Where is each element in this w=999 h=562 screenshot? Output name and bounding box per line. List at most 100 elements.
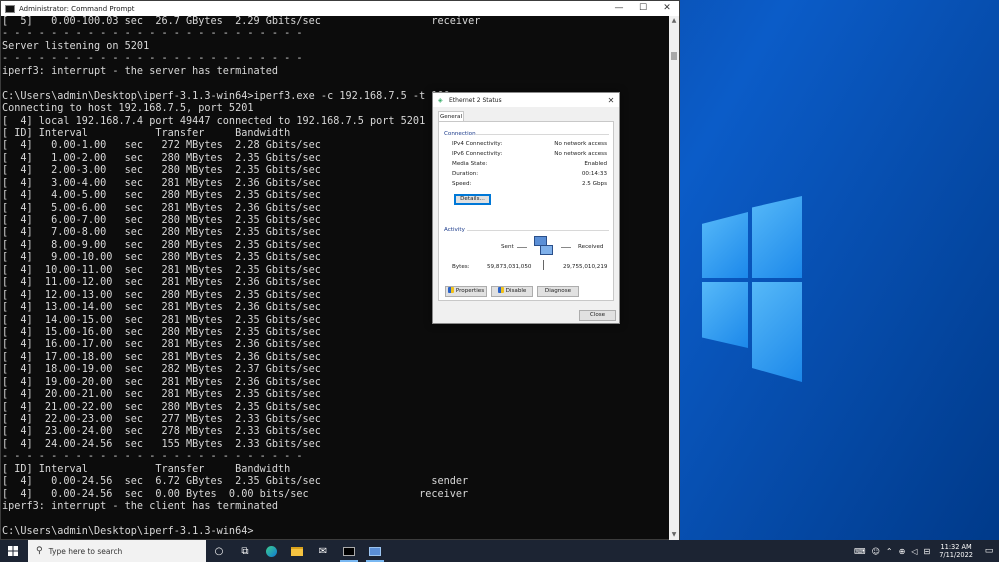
show-hidden-icons-chevron-icon[interactable]: ⌃ [883,547,896,556]
taskbar-clock[interactable]: 11:32 AM 7/11/2022 [933,543,979,559]
task-view-icon[interactable]: ⧉ [232,540,258,562]
console-line: - - - - - - - - - - - - - - - - - - - - … [2,451,303,463]
ipv4-label: IPv4 Connectivity: [452,141,503,147]
console-line: iperf3: interrupt - the client has termi… [2,501,279,513]
command-prompt-taskbar-icon[interactable] [336,540,362,562]
ipv6-label: IPv6 Connectivity: [452,151,503,157]
console-scrollbar[interactable]: ▲ ▼ [669,16,679,540]
ipv4-row: IPv4 Connectivity: No network access [452,141,607,150]
scroll-down-arrow-icon[interactable]: ▼ [669,530,679,540]
diagnose-button[interactable]: Diagnose [537,286,579,297]
clock-time: 11:32 AM [940,543,972,551]
speed-label: Speed: [452,181,472,187]
minimize-button[interactable]: — [607,1,631,16]
received-label: Received [578,244,604,250]
edge-browser-icon[interactable] [258,540,284,562]
console-line: [ 4] 19.00-20.00 sec 281 MBytes 2.36 Gbi… [2,376,321,388]
ipv6-value: No network access [554,151,607,157]
start-windows-icon[interactable] [0,540,26,562]
speed-row: Speed: 2.5 Gbps [452,181,607,190]
network-tray-icon[interactable]: ⊕ [896,547,909,556]
console-line: [ 4] 23.00-24.00 sec 278 MBytes 2.33 Gbi… [2,426,321,438]
disable-button[interactable]: Disable [491,286,533,297]
media-state-label: Media State: [452,161,488,167]
shield-icon [497,287,504,293]
bytes-received: 29,755,010,219 [563,264,608,270]
search-placeholder: Type here to search [48,546,123,556]
cmd-app-icon [5,4,15,13]
people-icon[interactable]: ☺ [869,547,883,556]
divider [467,230,609,231]
network-computers-icon [534,236,554,258]
bytes-sent: 59,873,031,050 [487,264,532,270]
details-button[interactable]: Details... [454,194,491,205]
console-line: iperf3: interrupt - the server has termi… [2,65,279,77]
media-state-value: Enabled [584,161,607,167]
file-explorer-icon[interactable] [284,540,310,562]
console-line: Server listening on 5201 [2,40,150,52]
media-state-row: Media State: Enabled [452,161,607,170]
maximize-button[interactable]: ☐ [631,1,655,16]
activity-divider [543,260,544,270]
console-line: C:\Users\admin\Desktop\iperf-3.1.3-win64… [2,525,254,537]
cortana-icon[interactable]: ○ [206,540,232,562]
scroll-up-arrow-icon[interactable]: ▲ [669,16,679,26]
search-icon: ⚲ [36,546,43,556]
console-line: [ 5] 0.00-100.03 sec 26.7 GBytes 2.29 Gb… [2,16,481,27]
received-line [561,247,571,248]
console-line: [ 4] 0.00-24.56 sec 0.00 Bytes 0.00 bits… [2,488,469,500]
dialog-close-icon[interactable]: ✕ [603,96,619,105]
volume-icon[interactable]: ◁ [908,547,920,556]
keyboard-icon[interactable]: ⌨ [851,547,869,556]
properties-label: Properties [455,288,485,294]
general-panel: Connection IPv4 Connectivity: No network… [438,121,614,301]
console-line: [ 4] 24.00-24.56 sec 155 MBytes 2.33 Gbi… [2,438,321,450]
divider [475,134,609,135]
mail-icon[interactable]: ✉ [310,540,336,562]
sent-label: Sent [501,244,514,250]
shield-icon [447,287,454,293]
ethernet-status-dialog[interactable]: ◈ Ethernet 2 Status ✕ General Connection… [432,92,620,324]
windows-logo-wallpaper [684,196,804,384]
duration-label: Duration: [452,171,479,177]
console-line: [ 4] 21.00-22.00 sec 280 MBytes 2.35 Gbi… [2,401,321,413]
console-line: [ ID] Interval Transfer Bandwidth [2,463,291,475]
console-line: [ 4] 16.00-17.00 sec 281 MBytes 2.36 Gbi… [2,339,321,351]
language-icon[interactable]: ⊟ [920,547,933,556]
ipv6-row: IPv6 Connectivity: No network access [452,151,607,160]
console-line: [ 4] 18.00-19.00 sec 282 MBytes 2.37 Gbi… [2,364,321,376]
console-line: [ 4] 22.00-23.00 sec 277 MBytes 2.33 Gbi… [2,414,321,425]
network-icon: ◈ [438,96,443,104]
close-dialog-button[interactable]: Close [579,310,616,321]
dialog-titlebar[interactable]: ◈ Ethernet 2 Status ✕ [433,93,619,107]
console-title: Administrator: Command Prompt [19,4,135,13]
ipv4-value: No network access [554,141,607,147]
connection-group-label: Connection [444,131,476,137]
duration-value: 00:14:33 [581,171,607,177]
taskbar-search-box[interactable]: ⚲ Type here to search [28,540,206,562]
system-tray: ⌨ ☺ ⌃ ⊕ ◁ ⊟ 11:32 AM 7/11/2022 ▭ [851,540,999,562]
activity-group-label: Activity [444,227,465,233]
console-line: [ 4] 0.00-24.56 sec 6.72 GBytes 2.35 Gbi… [2,476,469,488]
disable-label: Disable [505,288,527,294]
console-line: - - - - - - - - - - - - - - - - - - - - … [2,28,303,40]
console-line: [ 4] 20.00-21.00 sec 281 MBytes 2.35 Gbi… [2,389,321,401]
bytes-label: Bytes: [452,264,470,270]
network-connections-taskbar-icon[interactable] [362,540,388,562]
taskbar: ⚲ Type here to search ○ ⧉ ✉ ⌨ ☺ ⌃ ⊕ ◁ ⊟ … [0,540,999,562]
dialog-title: Ethernet 2 Status [449,96,502,104]
console-titlebar[interactable]: Administrator: Command Prompt — ☐ ✕ [1,1,679,16]
duration-row: Duration: 00:14:33 [452,171,607,180]
speed-value: 2.5 Gbps [581,181,607,187]
console-line: - - - - - - - - - - - - - - - - - - - - … [2,53,303,65]
close-button[interactable]: ✕ [655,1,679,16]
console-line: [ 4] 17.00-18.00 sec 281 MBytes 2.36 Gbi… [2,351,321,363]
sent-line [517,247,527,248]
notification-center-icon[interactable]: ▭ [979,546,999,556]
console-line: [ 4] 15.00-16.00 sec 280 MBytes 2.35 Gbi… [2,326,321,338]
scrollbar-thumb[interactable] [671,52,677,60]
clock-date: 7/11/2022 [939,551,973,559]
properties-button[interactable]: Properties [445,286,487,297]
